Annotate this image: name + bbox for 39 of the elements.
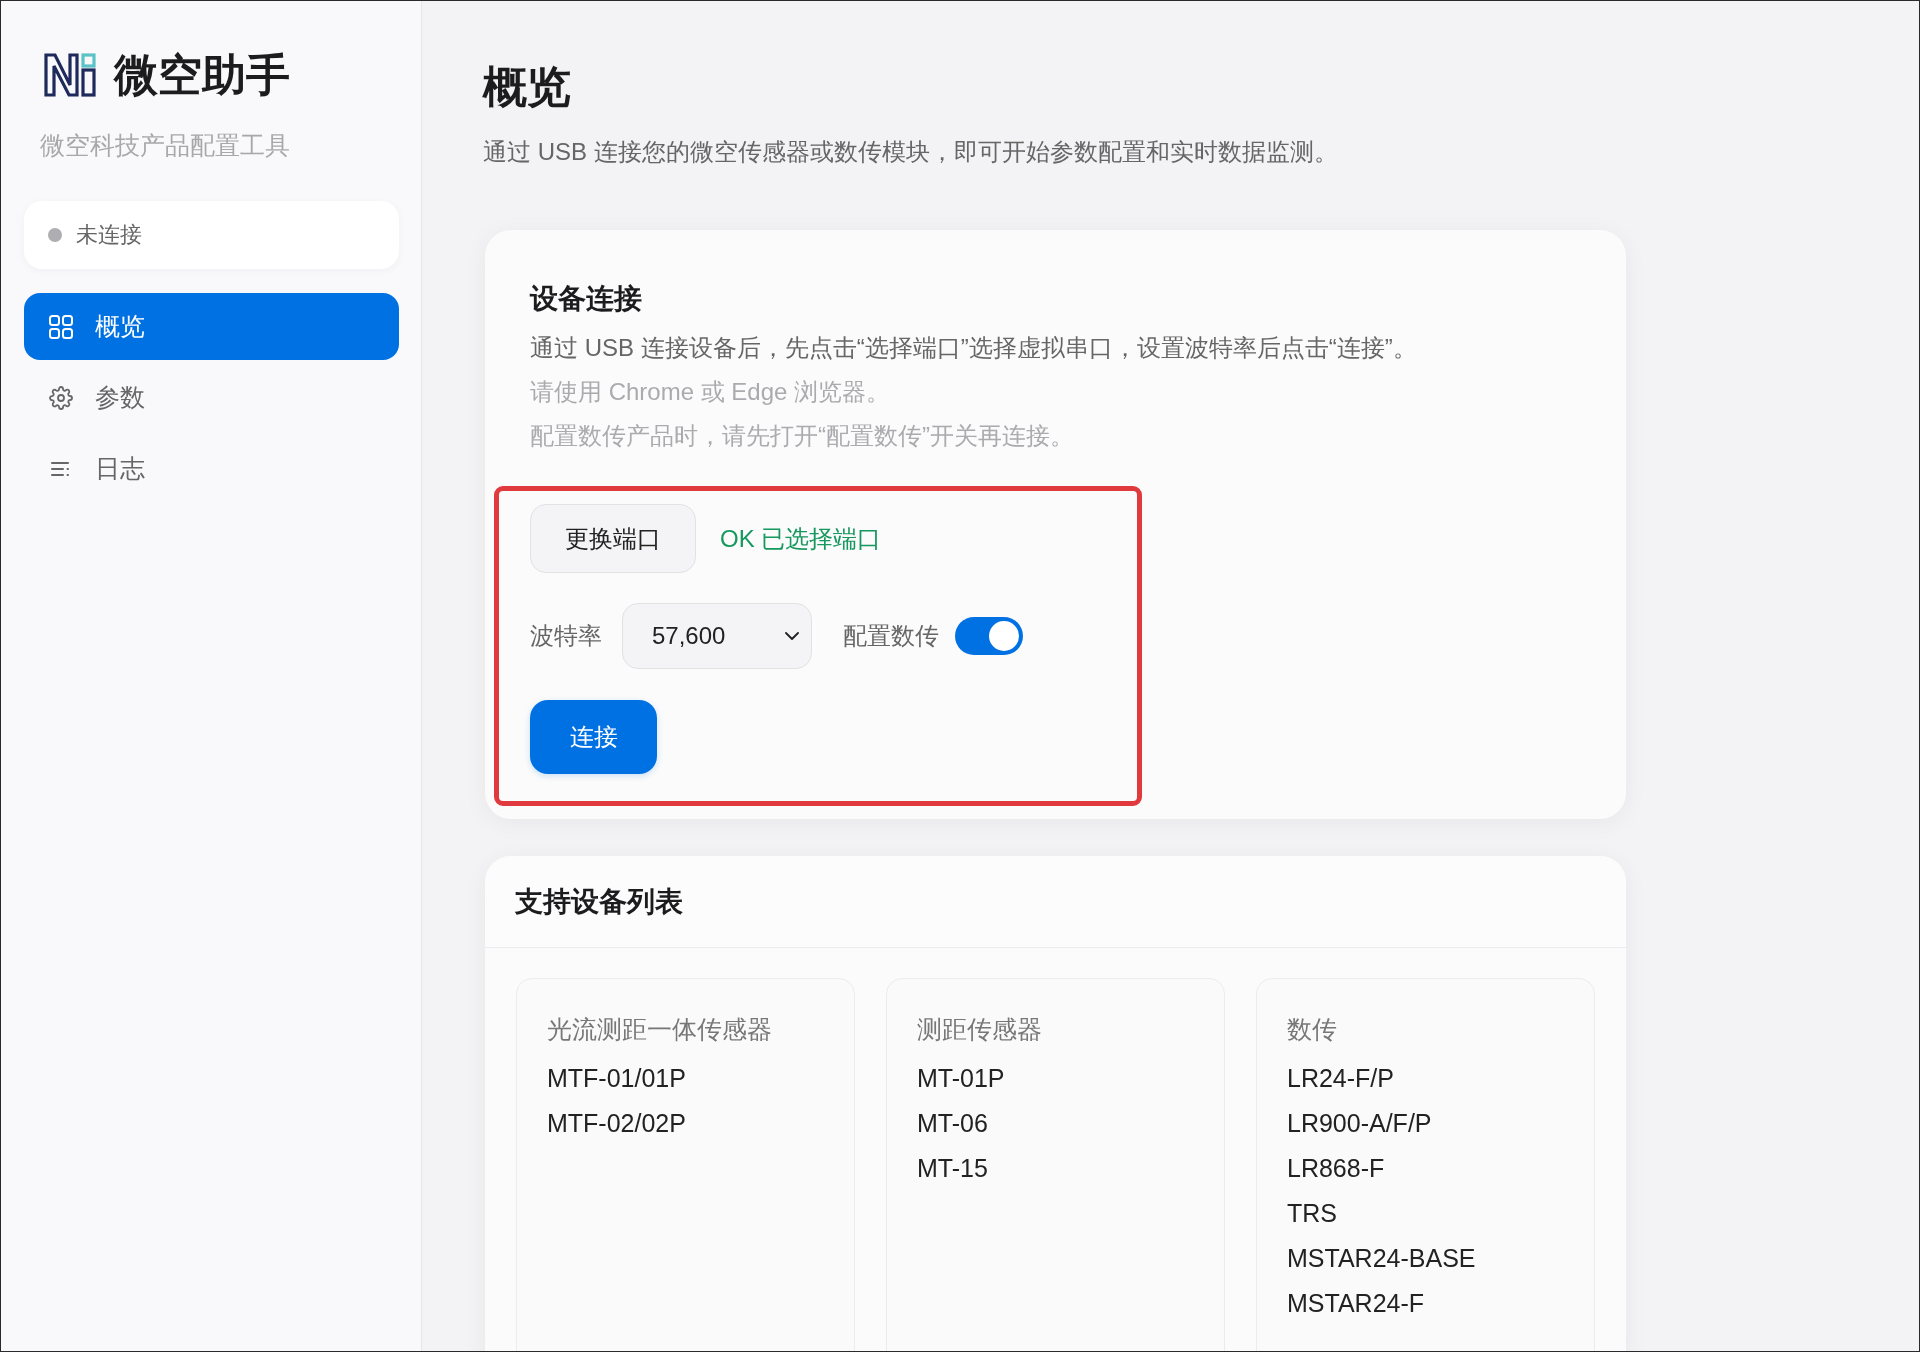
device-model: MT-01P	[917, 1063, 1006, 1094]
device-model: MT-15	[917, 1153, 989, 1184]
group-title: 数传	[1287, 1014, 1338, 1045]
instruction-text: 请使用 Chrome 或 Edge 浏览器。	[530, 377, 892, 407]
baud-rate-label: 波特率	[530, 621, 602, 651]
device-model: LR868-F	[1287, 1153, 1386, 1184]
nav-item[interactable]: 概览	[24, 293, 399, 360]
nav-item[interactable]: 日志	[24, 435, 399, 502]
status-text: 未连接	[76, 221, 142, 249]
card-title: 设备连接	[530, 282, 643, 316]
device-model: TRS	[1287, 1198, 1338, 1229]
baud-rate-select[interactable]: 57,600	[622, 603, 812, 669]
radio-config-label: 配置数传	[843, 621, 939, 651]
page-description: 通过 USB 连接您的微空传感器或数传模块，即可开始参数配置和实时数据监测。	[483, 137, 1339, 167]
group-title: 测距传感器	[917, 1014, 1043, 1045]
change-port-button[interactable]: 更换端口	[530, 504, 696, 573]
device-model: LR900-A/F/P	[1287, 1108, 1433, 1139]
instruction-text: 配置数传产品时，请先打开“配置数传”开关再连接。	[530, 421, 1075, 451]
grid-icon	[49, 314, 73, 339]
chevron-down-icon	[785, 632, 799, 640]
device-model: MTF-01/01P	[547, 1063, 687, 1094]
device-model: MT-06	[917, 1108, 989, 1139]
card-title: 支持设备列表	[515, 885, 684, 919]
settings-icon	[49, 385, 73, 410]
device-model: MTF-02/02P	[547, 1108, 687, 1139]
port-status-text: OK 已选择端口	[720, 523, 882, 554]
connect-button[interactable]: 连接	[530, 700, 657, 774]
device-model: LR24-F/P	[1287, 1063, 1395, 1094]
toggle-switch[interactable]	[955, 617, 1023, 655]
app-name: 微空助手	[114, 49, 290, 101]
list-icon	[51, 460, 71, 477]
logo-icon	[44, 53, 96, 97]
page-title: 概览	[483, 61, 572, 113]
app-subtitle: 微空科技产品配置工具	[40, 130, 291, 161]
group-title: 光流测距一体传感器	[547, 1014, 773, 1045]
device-model: MSTAR24-F	[1287, 1288, 1426, 1319]
nav-item[interactable]: 参数	[24, 364, 399, 431]
device-model: MSTAR24-BASE	[1287, 1243, 1477, 1274]
instruction-text: 通过 USB 连接设备后，先点击“选择端口”选择虚拟串口，设置波特率后点击“连接”。	[530, 333, 1418, 363]
